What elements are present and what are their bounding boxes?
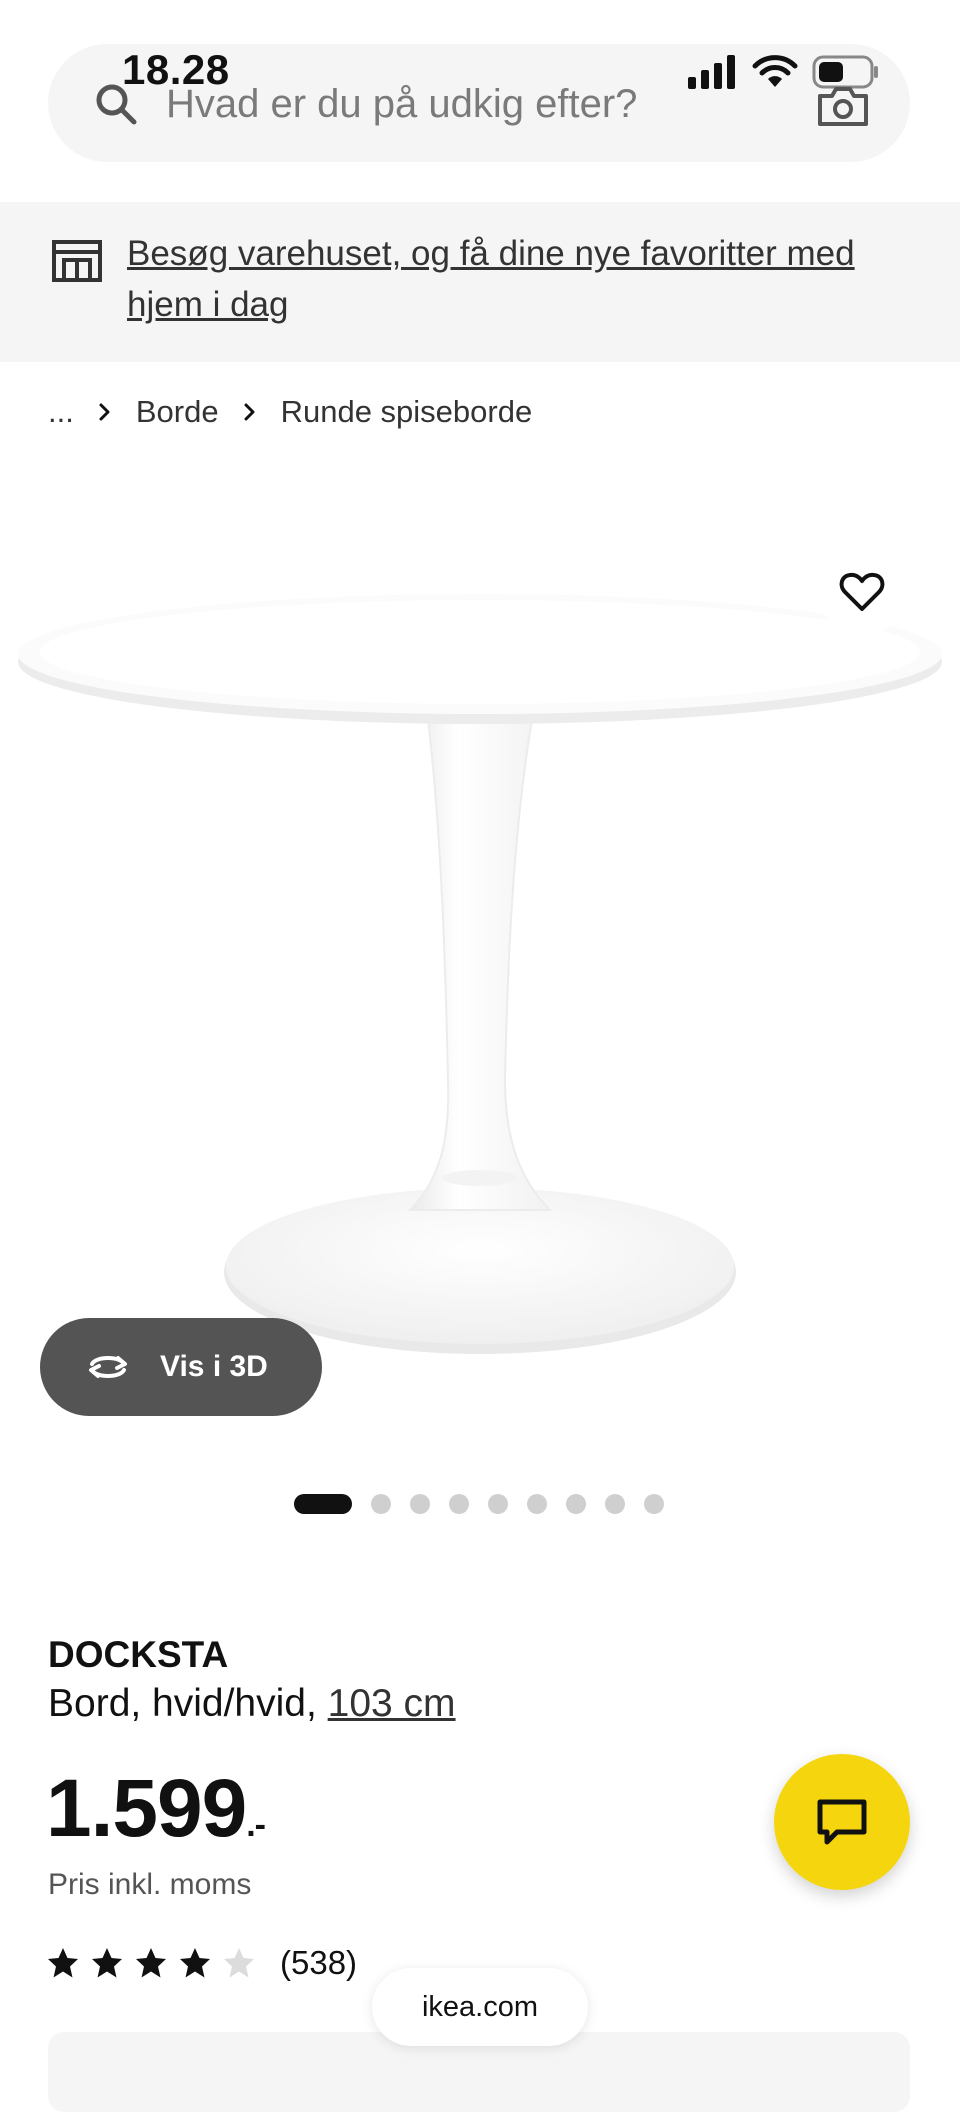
product-description: Bord, hvid/hvid, 103 cm — [48, 1682, 456, 1726]
star-filled-icon — [92, 1948, 122, 1978]
product-image[interactable] — [0, 520, 960, 1420]
carousel-dot[interactable] — [449, 1494, 469, 1514]
chat-icon — [817, 1799, 867, 1845]
carousel-dot[interactable] — [488, 1494, 508, 1514]
breadcrumb-item-runde-spiseborde[interactable]: Runde spiseborde — [281, 394, 533, 430]
carousel-dot[interactable] — [566, 1494, 586, 1514]
rating-count[interactable]: (538) — [280, 1944, 357, 1982]
breadcrumb: ... Borde Runde spiseborde — [48, 392, 532, 432]
carousel-dot[interactable] — [410, 1494, 430, 1514]
chevron-right-icon — [99, 403, 110, 421]
carousel-dot[interactable] — [644, 1494, 664, 1514]
camera-icon[interactable] — [816, 84, 870, 128]
search-input[interactable]: Hvad er du på udkig efter? — [166, 82, 637, 127]
heart-icon — [839, 572, 885, 611]
view-in-3d-label: Vis i 3D — [160, 1350, 268, 1383]
browser-url-pill[interactable]: ikea.com — [372, 1968, 588, 2046]
carousel-dot[interactable] — [294, 1494, 352, 1514]
signal-icon — [688, 55, 735, 89]
star-filled-icon — [136, 1948, 166, 1978]
star-filled-icon — [180, 1948, 210, 1978]
product-description-text: Bord, hvid/hvid, — [48, 1682, 328, 1725]
view-in-3d-button[interactable]: Vis i 3D — [40, 1318, 322, 1416]
price-suffix: .- — [246, 1806, 266, 1844]
product-size-link[interactable]: 103 cm — [328, 1682, 456, 1725]
carousel-dot[interactable] — [371, 1494, 391, 1514]
carousel-dot[interactable] — [527, 1494, 547, 1514]
star-empty-icon — [224, 1948, 254, 1978]
wifi-icon — [752, 55, 798, 87]
carousel-indicator — [294, 1494, 683, 1514]
rating-stars[interactable] — [46, 1946, 266, 1980]
chat-button[interactable] — [774, 1754, 910, 1890]
chevron-right-icon — [244, 403, 255, 421]
breadcrumb-item-borde[interactable]: Borde — [136, 394, 219, 430]
price-value: 1.599 — [46, 1763, 247, 1854]
search-icon[interactable] — [92, 80, 140, 128]
store-banner-link[interactable]: Besøg varehuset, og få dine nye favoritt… — [127, 228, 917, 330]
favorite-button[interactable] — [818, 548, 906, 636]
price-note: Pris inkl. moms — [48, 1868, 252, 1901]
store-icon — [52, 240, 102, 282]
star-filled-icon — [48, 1948, 78, 1978]
rotate-3d-icon — [89, 1356, 127, 1378]
breadcrumb-item-more[interactable]: ... — [48, 394, 74, 430]
product-price: 1.599.- — [46, 1762, 266, 1856]
product-name: DOCKSTA — [48, 1634, 229, 1675]
carousel-dot[interactable] — [605, 1494, 625, 1514]
